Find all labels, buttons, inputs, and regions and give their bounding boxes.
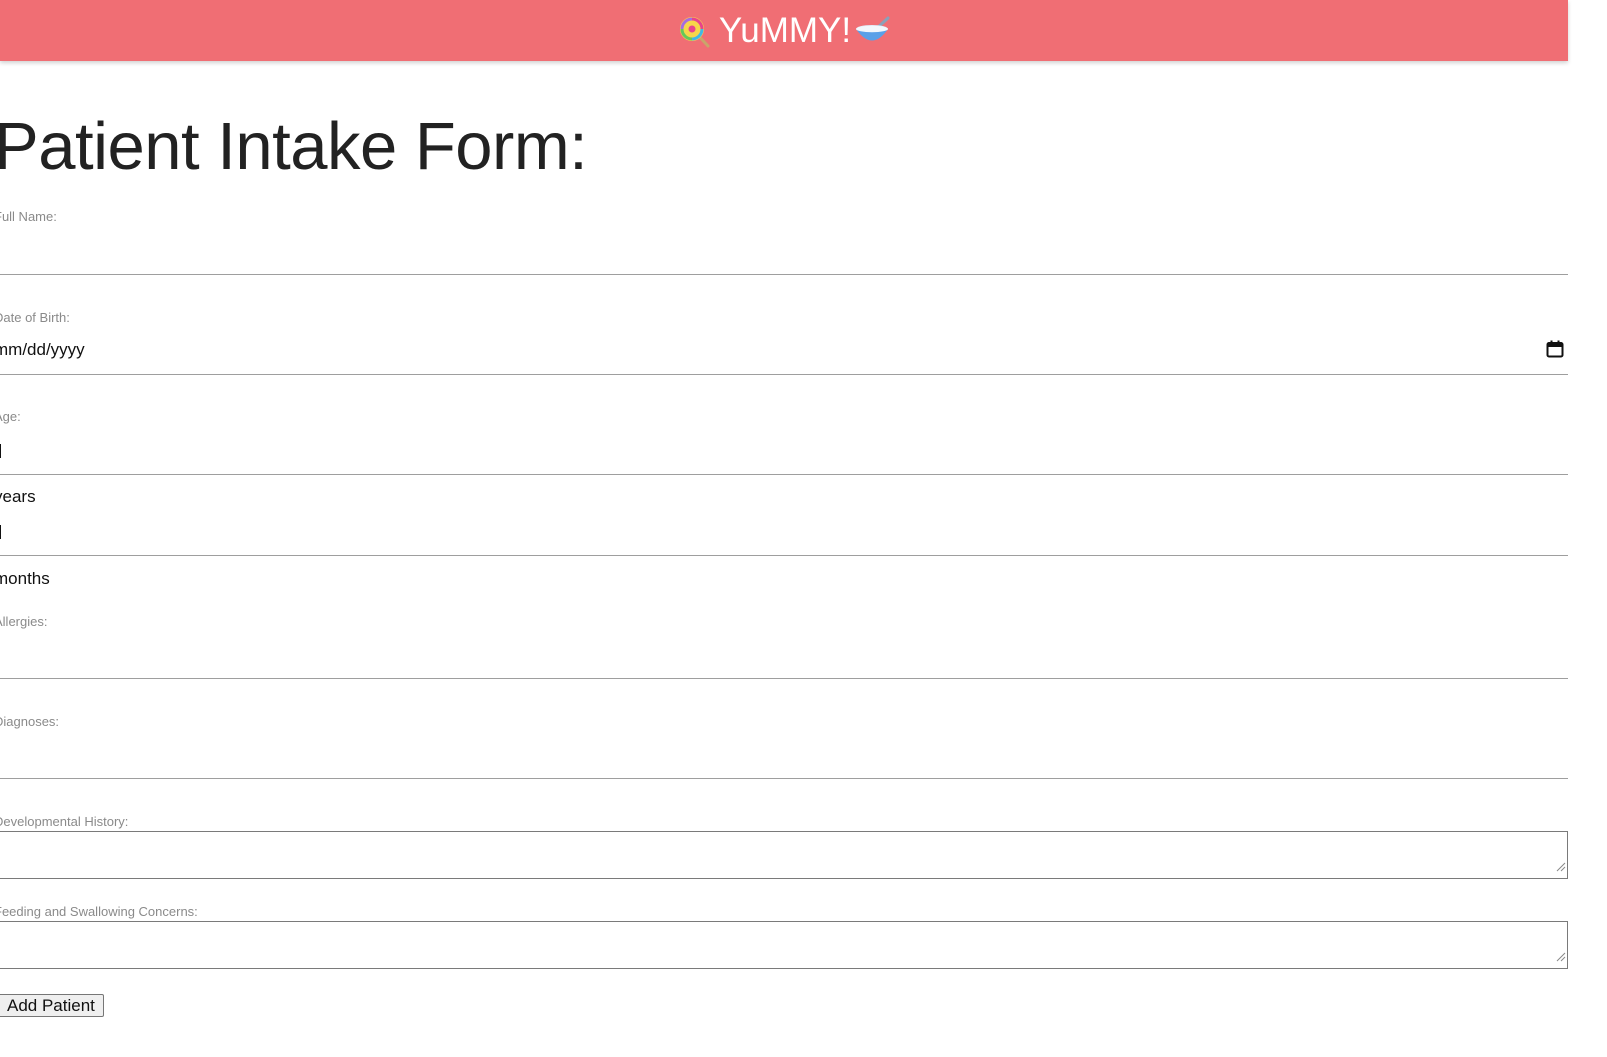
resize-handle[interactable] <box>1556 949 1566 967</box>
add-patient-button[interactable]: Add Patient <box>0 994 104 1017</box>
age-label: Age: <box>0 409 21 424</box>
dob-placeholder: mm/dd/yyyy <box>0 340 85 359</box>
full-name-label: Full Name: <box>0 209 57 224</box>
developmental-history-label: Developmental History: <box>0 814 129 829</box>
full-name-input[interactable] <box>0 241 1568 275</box>
diagnoses-input[interactable] <box>0 745 1568 779</box>
page-title: Patient Intake Form: <box>0 109 588 184</box>
intake-form: Patient Intake Form: Full Name: Date of … <box>0 0 1568 1057</box>
age-years-unit: years <box>0 487 36 506</box>
diagnoses-label: Diagnoses: <box>0 714 60 729</box>
allergies-input[interactable] <box>0 645 1568 679</box>
feeding-swallowing-label: Feeding and Swallowing Concerns: <box>0 904 198 919</box>
dob-input[interactable]: mm/dd/yyyy <box>0 334 1568 375</box>
dob-label: Date of Birth: <box>0 310 70 325</box>
allergies-label: Allergies: <box>0 614 48 629</box>
developmental-history-textarea[interactable] <box>0 831 1568 879</box>
feeding-swallowing-textarea[interactable] <box>0 921 1568 969</box>
calendar-icon[interactable] <box>1546 340 1564 363</box>
resize-handle[interactable] <box>1556 859 1566 877</box>
months-input-caret <box>0 525 1 539</box>
age-months-unit: months <box>0 569 50 588</box>
years-input-caret <box>0 444 1 458</box>
age-years-input[interactable] <box>0 441 1568 475</box>
age-months-input[interactable] <box>0 522 1568 556</box>
